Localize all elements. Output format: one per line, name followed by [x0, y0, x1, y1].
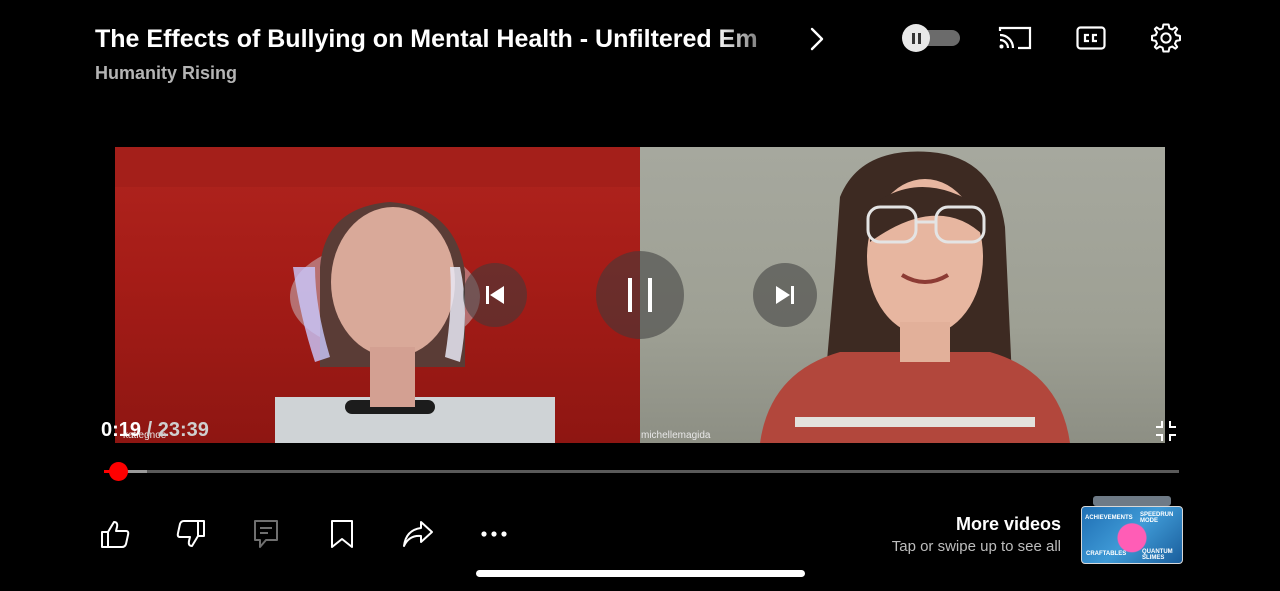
comment-icon	[254, 520, 278, 548]
thumbs-down-icon	[176, 520, 205, 547]
more-icon	[481, 531, 507, 537]
current-time: 0:19	[101, 419, 142, 441]
title-row[interactable]: The Effects of Bullying on Mental Health…	[95, 22, 828, 56]
cc-icon[interactable]	[1071, 18, 1111, 58]
next-button[interactable]	[753, 263, 817, 327]
play-pause-button[interactable]	[596, 251, 684, 339]
comments-button	[246, 514, 286, 554]
share-button[interactable]	[398, 514, 438, 554]
skip-previous-icon	[486, 286, 504, 304]
time-display: 0:19 / 23:39	[101, 419, 209, 442]
thumb-text-2: SPEEDRUN MODE	[1140, 512, 1174, 524]
bookmark-icon	[331, 520, 353, 548]
more-videos-title[interactable]: More videos	[956, 514, 1061, 535]
save-button[interactable]	[322, 514, 362, 554]
skip-next-icon	[776, 286, 794, 304]
chevron-right-icon[interactable]	[810, 25, 828, 53]
thumbs-up-icon	[101, 521, 130, 548]
more-videos-subtitle: Tap or swipe up to see all	[891, 538, 1061, 555]
thumb-text-4: QUANTUM SLIMES	[1142, 549, 1173, 561]
video-pane-left: katiegnoe	[115, 147, 640, 443]
pause-icon	[628, 278, 652, 312]
thumb-text-3: CRAFTABLES	[1086, 551, 1127, 557]
autoplay-toggle[interactable]	[902, 24, 960, 52]
autoplay-pause-icon	[902, 24, 930, 52]
exit-fullscreen-icon[interactable]	[1154, 419, 1178, 443]
person-left-illustration	[115, 147, 640, 443]
cast-icon[interactable]	[995, 18, 1035, 58]
previous-button[interactable]	[463, 263, 527, 327]
video-pane-right: michellemagida	[640, 147, 1165, 443]
thumbnail-image: ACHIEVEMENTS SPEEDRUN MODE CRAFTABLES QU…	[1081, 506, 1183, 564]
gear-icon[interactable]	[1146, 18, 1186, 58]
more-videos-thumbnail[interactable]: ACHIEVEMENTS SPEEDRUN MODE CRAFTABLES QU…	[1081, 496, 1183, 566]
participant-label-right: michellemagida	[641, 430, 711, 441]
home-indicator[interactable]	[476, 570, 805, 577]
time-separator: /	[141, 419, 158, 441]
like-button[interactable]	[95, 514, 135, 554]
progress-bar[interactable]	[104, 462, 1179, 481]
video-title[interactable]: The Effects of Bullying on Mental Health…	[95, 25, 800, 54]
person-right-illustration	[760, 151, 1070, 443]
thumb-text-1: ACHIEVEMENTS	[1085, 515, 1133, 521]
duration: 23:39	[157, 419, 209, 441]
more-options-button[interactable]	[474, 514, 514, 554]
progress-scrubber[interactable]	[109, 462, 129, 481]
share-icon	[403, 521, 433, 547]
channel-name[interactable]: Humanity Rising	[95, 63, 237, 84]
dislike-button[interactable]	[171, 514, 211, 554]
